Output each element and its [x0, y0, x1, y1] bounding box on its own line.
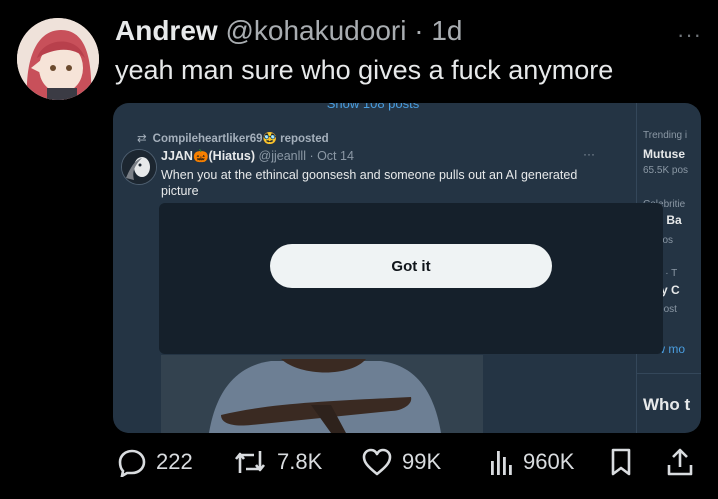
tweet-header: Andrew @kohakudoori · 1d — [115, 15, 463, 47]
repost-arrows-icon — [234, 451, 266, 473]
inner-more-icon: ··· — [583, 147, 595, 161]
like-button[interactable]: 99K — [361, 447, 441, 477]
repost-count: 7.8K — [277, 449, 323, 474]
person-photo-illustration — [161, 355, 483, 433]
trend-1-title[interactable]: Mutuse — [643, 147, 701, 161]
inner-photo — [161, 355, 483, 433]
views-button[interactable]: 960K — [488, 447, 574, 477]
tweet-time[interactable]: 1d — [431, 15, 462, 46]
reposted-by-line: ⇄ Compileheartliker69🥸 reposted — [137, 131, 329, 145]
tweet-action-bar: 222 7.8K 99K 960K — [0, 447, 718, 483]
inner-author-line: JJAN🎃(Hiatus) @jjeanlll · Oct 14 — [161, 149, 354, 164]
sidebar-section-divider — [637, 373, 701, 374]
attached-screenshot[interactable]: Show 108 posts ⇄ Compileheartliker69🥸 rep… — [113, 103, 701, 433]
author-name[interactable]: Andrew — [115, 15, 218, 46]
repost-button[interactable]: 7.8K — [232, 447, 322, 477]
tweet-text: yeah man sure who gives a fuck anymore — [115, 55, 614, 85]
got-it-button[interactable]: Got it — [270, 244, 552, 288]
content-warning-modal: Got it — [159, 203, 663, 354]
inner-avatar-illustration — [122, 150, 156, 184]
reply-icon — [118, 449, 146, 477]
trending-label: Trending i — [643, 130, 688, 141]
author-handle[interactable]: @kohakudoori — [225, 15, 406, 46]
separator-dot: · — [414, 15, 424, 46]
inner-author-meta: @jjeanlll · Oct 14 — [255, 149, 354, 163]
more-options-button[interactable]: ··· — [677, 22, 702, 48]
reposted-by-text: Compileheartliker69🥸 reposted — [152, 133, 329, 145]
bookmark-button[interactable] — [608, 447, 634, 477]
who-to-follow-heading: Who t — [643, 395, 691, 414]
show-posts-link[interactable]: Show 108 posts — [113, 103, 633, 111]
like-count: 99K — [402, 449, 442, 474]
avatar-illustration — [17, 18, 99, 100]
repost-icon: ⇄ — [137, 133, 147, 145]
bookmark-icon — [611, 448, 631, 476]
share-button[interactable] — [666, 447, 694, 477]
reply-button[interactable]: 222 — [117, 447, 193, 477]
heart-icon — [362, 448, 392, 476]
inner-tweet-text: When you at the ethincal goonsesh and so… — [161, 168, 578, 198]
views-bar-chart-icon — [491, 451, 512, 475]
share-icon — [667, 448, 693, 476]
author-avatar[interactable] — [17, 18, 99, 100]
inner-author-name: JJAN🎃(Hiatus) — [161, 149, 256, 163]
trend-1-count: 65.5K pos — [643, 165, 689, 176]
reply-count: 222 — [156, 449, 193, 474]
view-count: 960K — [523, 449, 575, 474]
inner-author-avatar — [121, 149, 157, 185]
